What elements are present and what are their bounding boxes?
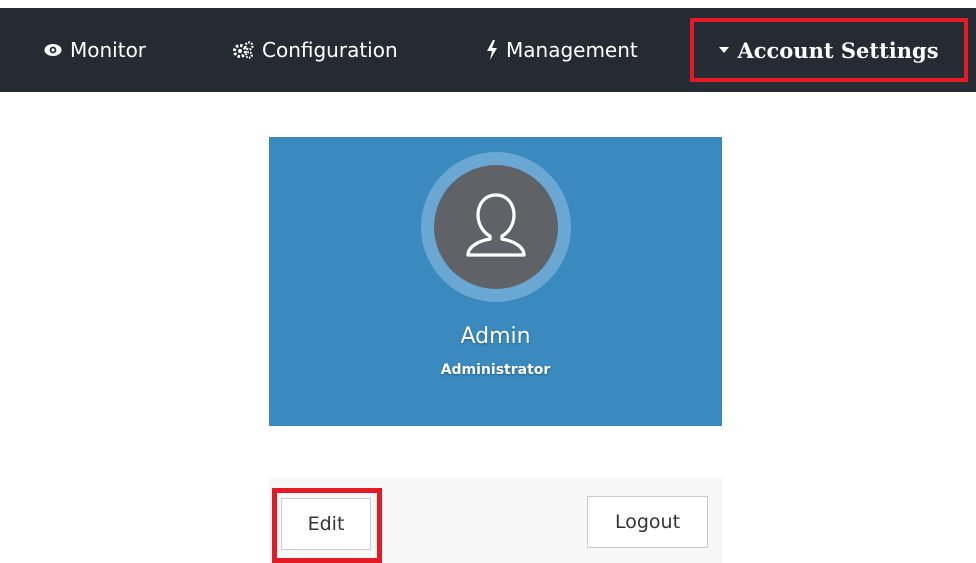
profile-role: Administrator (440, 362, 551, 378)
avatar-ring (421, 152, 571, 302)
nav-account-settings-label: Account Settings (737, 37, 939, 63)
top-navbar: Monitor Configuration Management Account (0, 8, 976, 92)
bolt-icon (486, 40, 498, 60)
nav-account-settings[interactable]: Account Settings (690, 18, 968, 82)
nav-management-label: Management (506, 38, 638, 62)
eye-icon (44, 43, 62, 57)
profile-name: Admin (460, 324, 531, 349)
logout-button[interactable]: Logout (587, 496, 708, 548)
profile-panel: Admin Administrator (269, 137, 722, 426)
avatar (434, 165, 558, 289)
nav-management[interactable]: Management (486, 8, 638, 92)
cogs-icon (232, 41, 254, 59)
nav-configuration[interactable]: Configuration (232, 8, 398, 92)
user-icon (456, 185, 536, 269)
edit-button[interactable]: Edit (281, 498, 371, 550)
nav-configuration-label: Configuration (262, 38, 398, 62)
profile-actions-bar: Edit Logout (269, 478, 722, 563)
nav-monitor[interactable]: Monitor (44, 8, 146, 92)
caret-down-icon (719, 47, 730, 53)
nav-monitor-label: Monitor (70, 38, 147, 62)
